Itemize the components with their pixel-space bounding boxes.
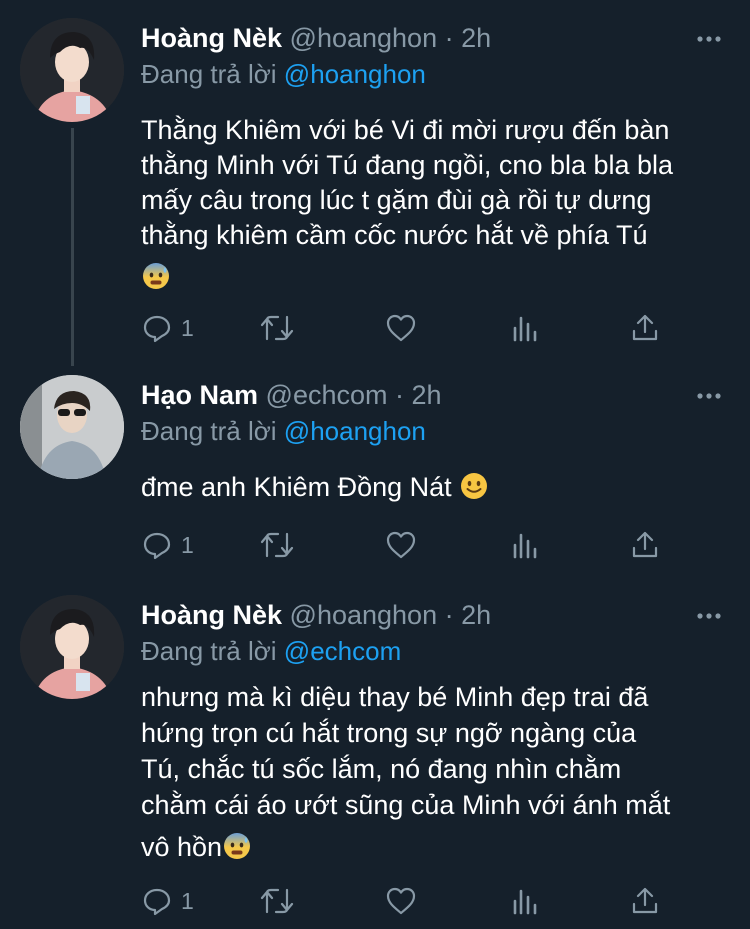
like-icon <box>386 887 416 915</box>
user-handle[interactable]: @hoanghon <box>290 23 438 53</box>
tweet-actions: 1 <box>141 881 681 921</box>
timestamp[interactable]: 2h <box>461 23 491 53</box>
tweet-text-line: hứng trọn cú hắt trong sự ngỡ ngàng của <box>141 718 637 748</box>
tweet-header: Hạo Nam @echcom · 2h <box>141 375 442 415</box>
tweet-header: Hoàng Nèk @hoanghon · 2h <box>141 595 491 635</box>
mention-link[interactable]: @hoanghon <box>284 59 426 89</box>
tweet[interactable]: Hạo Nam @echcom · 2h Đang trả lời @hoang… <box>0 375 750 575</box>
more-icon[interactable] <box>694 601 724 631</box>
tweet-text-line: nhưng mà kì diệu thay bé Minh đẹp trai đ… <box>141 682 649 712</box>
tweet-text: đme anh Khiêm Đồng Nát <box>141 470 726 505</box>
separator-dot: · <box>444 23 454 53</box>
analytics-button[interactable] <box>509 881 541 921</box>
analytics-button[interactable] <box>509 308 541 348</box>
mention-link[interactable]: @echcom <box>284 636 401 666</box>
replying-to-label: Đang trả lời <box>141 636 277 666</box>
share-button[interactable] <box>629 525 661 565</box>
share-button[interactable] <box>629 308 661 348</box>
tweet-text: nhưng mà kì diệu thay bé Minh đẹp trai đ… <box>141 679 726 865</box>
tweet-text-line: đme anh Khiêm Đồng Nát <box>141 472 452 502</box>
replying-to: Đang trả lời @hoanghon <box>141 54 426 94</box>
tweet-text-line: thằng Minh với Tú đang ngồi, cno bla bla… <box>141 150 674 180</box>
anxious-face-with-sweat-icon <box>141 261 171 291</box>
like-icon <box>386 314 416 342</box>
reply-icon <box>143 532 171 560</box>
separator-dot: · <box>444 600 454 630</box>
anxious-face-with-sweat-icon <box>222 831 252 861</box>
tweet-actions: 1 <box>141 525 681 565</box>
avatar[interactable] <box>20 18 124 122</box>
tweet-text-line: mấy câu trong lúc t gặm đùi gà rồi tự dư… <box>141 185 652 215</box>
user-handle[interactable]: @echcom <box>266 380 388 410</box>
slightly-smiling-face-icon <box>459 471 489 501</box>
share-icon <box>632 314 658 341</box>
tweet-text-line: vô hồn <box>141 832 223 862</box>
retweet-icon <box>260 315 294 341</box>
retweet-icon <box>260 888 294 914</box>
reply-button[interactable]: 1 <box>141 525 194 565</box>
avatar[interactable] <box>20 595 124 699</box>
like-button[interactable] <box>385 308 417 348</box>
analytics-icon <box>513 889 537 915</box>
reply-count: 1 <box>181 887 194 914</box>
retweet-icon <box>260 532 294 558</box>
timestamp[interactable]: 2h <box>461 600 491 630</box>
display-name[interactable]: Hoàng Nèk <box>141 600 282 630</box>
like-button[interactable] <box>385 881 417 921</box>
retweet-button[interactable] <box>259 308 295 348</box>
like-button[interactable] <box>385 525 417 565</box>
more-icon[interactable] <box>694 24 724 54</box>
display-name[interactable]: Hoàng Nèk <box>141 23 282 53</box>
reply-count: 1 <box>181 531 194 558</box>
replying-to-label: Đang trả lời <box>141 416 277 446</box>
share-icon <box>632 887 658 914</box>
tweet-header: Hoàng Nèk @hoanghon · 2h <box>141 18 491 58</box>
tweet[interactable]: Hoàng Nèk @hoanghon · 2h Đang trả lời @e… <box>0 595 750 929</box>
replying-to: Đang trả lời @hoanghon <box>141 411 426 451</box>
replying-to-label: Đang trả lời <box>141 59 277 89</box>
like-icon <box>386 531 416 559</box>
replying-to: Đang trả lời @echcom <box>141 631 401 671</box>
tweet-text-line: chằm cái áo ướt sũng của Minh với ánh mắ… <box>141 790 671 820</box>
tweet[interactable]: Hoàng Nèk @hoanghon · 2h Đang trả lời @h… <box>0 18 750 358</box>
share-button[interactable] <box>629 881 661 921</box>
reply-button[interactable]: 1 <box>141 881 194 921</box>
mention-link[interactable]: @hoanghon <box>284 416 426 446</box>
retweet-button[interactable] <box>259 881 295 921</box>
tweet-text-line: Tú, chắc tú sốc lắm, nó đang nhìn chằm <box>141 754 622 784</box>
tweet-text: Thằng Khiêm với bé Vi đi mời rượu đến bà… <box>141 113 726 295</box>
reply-icon <box>143 315 171 343</box>
tweet-actions: 1 <box>141 308 681 348</box>
reply-icon <box>143 888 171 916</box>
analytics-button[interactable] <box>509 525 541 565</box>
separator-dot: · <box>395 380 405 410</box>
user-handle[interactable]: @hoanghon <box>290 600 438 630</box>
more-icon[interactable] <box>694 381 724 411</box>
tweet-text-line: Thằng Khiêm với bé Vi đi mời rượu đến bà… <box>141 115 670 145</box>
analytics-icon <box>513 316 537 342</box>
retweet-button[interactable] <box>259 525 295 565</box>
timestamp[interactable]: 2h <box>412 380 442 410</box>
analytics-icon <box>513 533 537 559</box>
tweet-text-line: thằng khiêm cầm cốc nước hắt về phía Tú <box>141 220 648 250</box>
avatar[interactable] <box>20 375 124 479</box>
share-icon <box>632 531 658 558</box>
reply-count: 1 <box>181 314 194 341</box>
reply-button[interactable]: 1 <box>141 308 194 348</box>
display-name[interactable]: Hạo Nam <box>141 380 258 410</box>
